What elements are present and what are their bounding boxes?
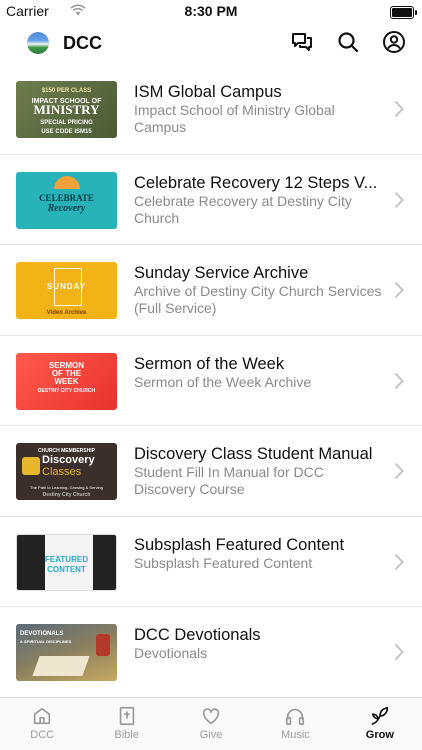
search-icon[interactable] [336, 30, 360, 54]
item-subtitle: Sermon of the Week Archive [134, 373, 312, 390]
heart-icon [169, 705, 253, 727]
item-title: Sunday Service Archive [134, 264, 309, 282]
chevron-right-icon [394, 281, 404, 304]
status-bar: Carrier 8:30 PM [0, 0, 422, 24]
list-item[interactable]: SERMON OF THE WEEK DESTINY CITY CHURCH S… [0, 336, 422, 426]
thumb-text: MINISTRY [33, 102, 100, 117]
top-nav-bar: DCC [0, 24, 422, 64]
list-item[interactable]: CELEBRATE Recovery Celebrate Recovery 12… [0, 155, 422, 245]
thumb-text: Destiny City Church [42, 492, 91, 498]
thumb-text: CONTENT [47, 564, 86, 574]
tab-bar: DCC Bible Give Music Grow [0, 697, 422, 750]
leaf-icon [338, 705, 422, 727]
list-item[interactable]: $150 PER CLASS IMPACT SCHOOL OF MINISTRY… [0, 64, 422, 155]
headphones-icon [253, 705, 337, 727]
thumbnail-image: SUNDAY Video Archive [16, 262, 117, 319]
thumb-text: & SPIRITUAL DISCIPLINES [20, 639, 72, 644]
list-item[interactable]: SUNDAY Video Archive Sunday Service Arch… [0, 245, 422, 336]
chevron-right-icon [394, 372, 404, 395]
chevron-right-icon [394, 553, 404, 576]
thumb-text: Video Archive [46, 310, 87, 316]
content-list: $150 PER CLASS IMPACT SCHOOL OF MINISTRY… [0, 64, 422, 698]
list-item[interactable]: CHURCH MEMBERSHIP Discovery Classes The … [0, 426, 422, 517]
tab-label: Grow [365, 729, 394, 741]
tab-give[interactable]: Give [169, 698, 253, 750]
church-logo [27, 32, 49, 54]
battery-icon [390, 6, 417, 19]
thumb-text: DESTINY CITY CHURCH [37, 387, 96, 394]
item-title: DCC Devotionals [134, 626, 261, 644]
list-item[interactable]: FEATURED CONTENT Subsplash Featured Cont… [0, 517, 422, 607]
item-subtitle: Archive of Destiny City Church Services … [134, 283, 382, 316]
page-title: DCC [63, 33, 102, 53]
bible-icon [84, 705, 168, 727]
item-title: Sermon of the Week [134, 354, 285, 373]
chevron-right-icon [394, 462, 404, 485]
chevron-right-icon [394, 191, 404, 214]
thumb-text: USE CODE ISM15 [41, 129, 92, 135]
tab-label: DCC [30, 729, 55, 741]
home-icon [0, 705, 84, 727]
chat-icon[interactable] [290, 30, 314, 54]
thumbnail-image: CHURCH MEMBERSHIP Discovery Classes The … [16, 443, 117, 500]
item-title: Discovery Class Student Manual [134, 445, 373, 463]
tab-label: Give [199, 729, 223, 741]
item-subtitle: Devotionals [134, 645, 208, 661]
list-item[interactable]: DEVOTIONALS & SPIRITUAL DISCIPLINES DCC … [0, 607, 422, 698]
item-subtitle: Subsplash Featured Content [134, 554, 313, 571]
profile-icon[interactable] [382, 30, 406, 54]
tab-music[interactable]: Music [253, 698, 337, 750]
item-title: Subsplash Featured Content [134, 535, 345, 554]
tab-dcc[interactable]: DCC [0, 698, 84, 750]
status-time: 8:30 PM [184, 3, 238, 19]
item-title: ISM Global Campus [134, 83, 282, 101]
tab-label: Bible [114, 729, 139, 741]
thumb-text: SUNDAY [46, 282, 87, 291]
thumbnail-image: FEATURED CONTENT [16, 533, 117, 591]
item-subtitle: Celebrate Recovery at Destiny City Churc… [134, 192, 352, 226]
tab-label: Music [281, 729, 310, 741]
chevron-right-icon [394, 643, 404, 666]
thumbnail-image: CELEBRATE Recovery [16, 171, 117, 229]
thumbnail-image: $150 PER CLASS IMPACT SCHOOL OF MINISTRY… [16, 81, 117, 138]
item-subtitle: Student Fill In Manual for DCC Discovery… [134, 464, 324, 497]
thumbnail-image: SERMON OF THE WEEK DESTINY CITY CHURCH [16, 352, 117, 410]
chevron-right-icon [394, 100, 404, 123]
item-title: Celebrate Recovery 12 Steps V... [134, 173, 378, 192]
item-subtitle: Impact School of Ministry Global Campus [134, 102, 335, 135]
thumb-text: Recovery [47, 202, 86, 214]
thumb-text: Classes [42, 466, 82, 478]
thumbnail-image: DEVOTIONALS & SPIRITUAL DISCIPLINES [16, 624, 117, 681]
tab-grow[interactable]: Grow [338, 698, 422, 750]
tab-bible[interactable]: Bible [84, 698, 168, 750]
